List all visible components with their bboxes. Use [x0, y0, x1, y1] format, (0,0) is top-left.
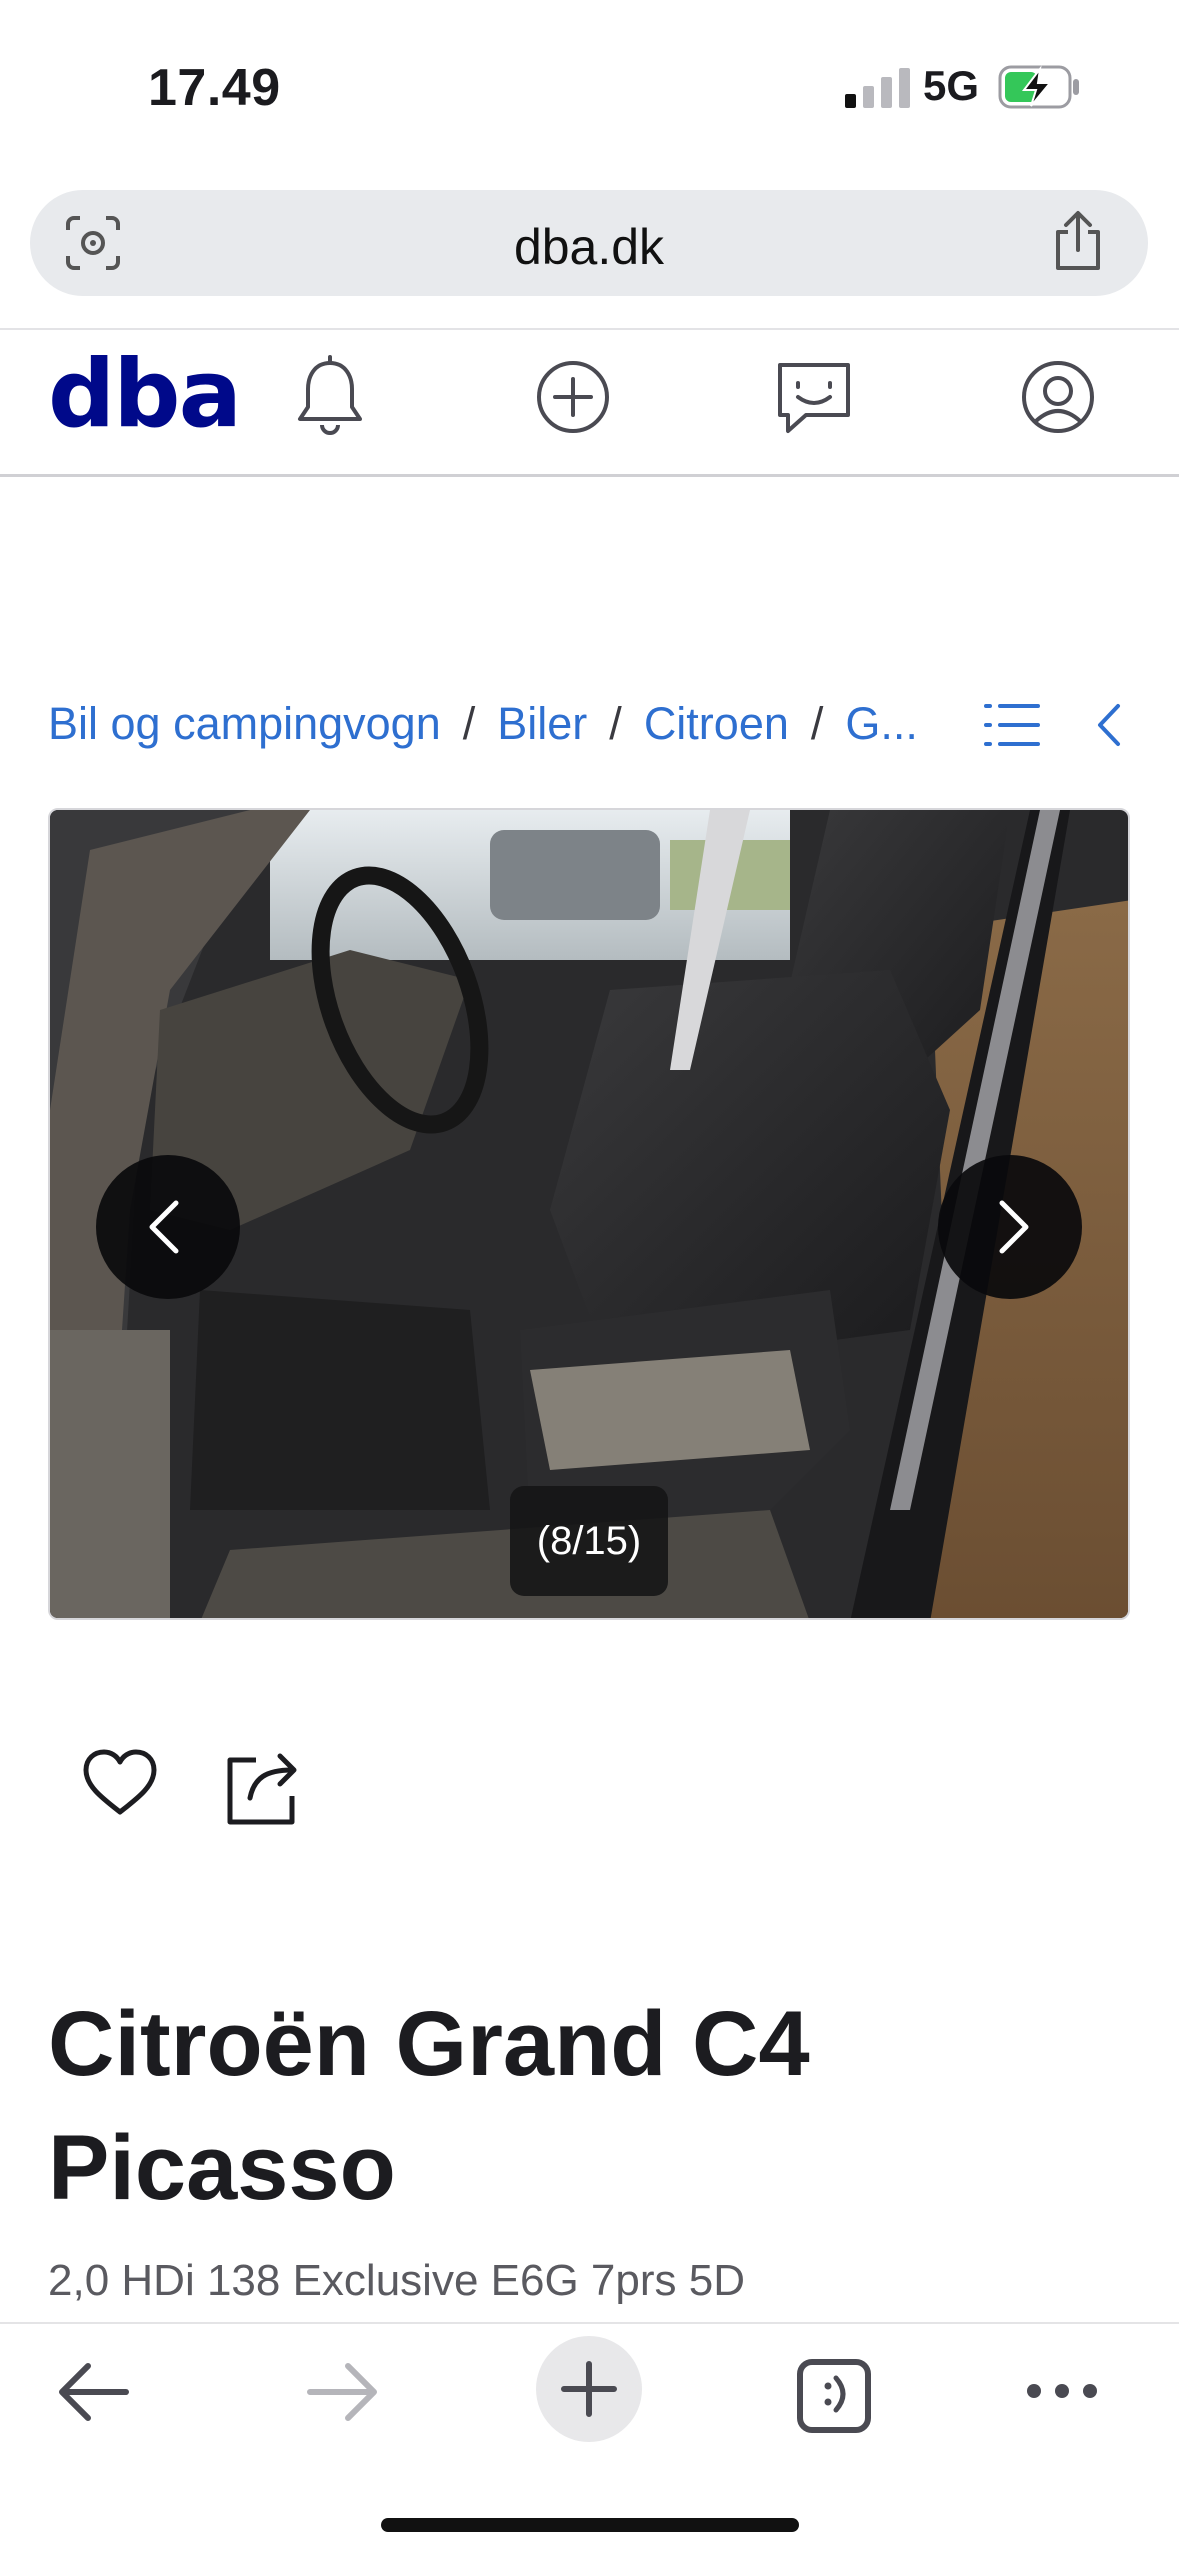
breadcrumb-separator: / — [462, 698, 476, 749]
listing-title: Citroën Grand C4 Picasso — [48, 1993, 810, 2219]
dba-logo[interactable]: dba — [48, 340, 242, 449]
battery-charging-icon — [998, 65, 1079, 109]
breadcrumb-item[interactable]: Citroen — [644, 698, 789, 749]
photo-counter: (8/15) — [510, 1486, 668, 1596]
chevron-left-icon — [149, 1200, 179, 1254]
forward-arrow-icon[interactable] — [304, 2356, 380, 2428]
breadcrumb-item[interactable]: Bil og campingvogn — [48, 698, 441, 749]
breadcrumb-separator: / — [609, 698, 622, 749]
divider — [0, 474, 1179, 477]
breadcrumb: Bil og campingvogn / Biler / Citroen / G... — [48, 698, 918, 750]
url-text: dba.dk — [513, 219, 665, 275]
profile-icon[interactable] — [1016, 355, 1100, 439]
next-photo-button[interactable] — [938, 1155, 1082, 1299]
create-listing-icon[interactable] — [531, 355, 615, 439]
breadcrumb-separator: / — [810, 698, 824, 749]
back-arrow-icon[interactable] — [56, 2356, 132, 2428]
favorite-heart-icon[interactable] — [82, 1748, 158, 1818]
chevron-right-icon — [999, 1200, 1029, 1254]
chevron-left-icon[interactable] — [1090, 700, 1126, 750]
breadcrumb-item[interactable]: G... — [845, 698, 918, 749]
previous-photo-button[interactable] — [96, 1155, 240, 1299]
share-listing-icon[interactable] — [226, 1750, 302, 1826]
notifications-bell-icon[interactable] — [288, 355, 372, 439]
cellular-signal-icon — [845, 68, 910, 108]
listing-subtitle: 2,0 HDi 138 Exclusive E6G 7prs 5D — [48, 2256, 745, 2305]
list-icon[interactable] — [982, 700, 1042, 750]
status-time: 17.49 — [148, 59, 281, 117]
new-tab-button[interactable] — [536, 2336, 642, 2442]
address-bar[interactable]: dba.dk — [30, 190, 1148, 296]
plus-icon — [561, 2361, 617, 2417]
share-icon[interactable] — [1048, 210, 1108, 274]
network-type: 5G — [923, 62, 980, 109]
tabs-icon[interactable] — [794, 2356, 874, 2436]
breadcrumb-item[interactable]: Biler — [497, 698, 587, 749]
home-indicator — [381, 2518, 799, 2532]
more-options-icon[interactable] — [1024, 2376, 1100, 2406]
messages-icon[interactable] — [772, 355, 856, 439]
divider — [0, 328, 1179, 330]
